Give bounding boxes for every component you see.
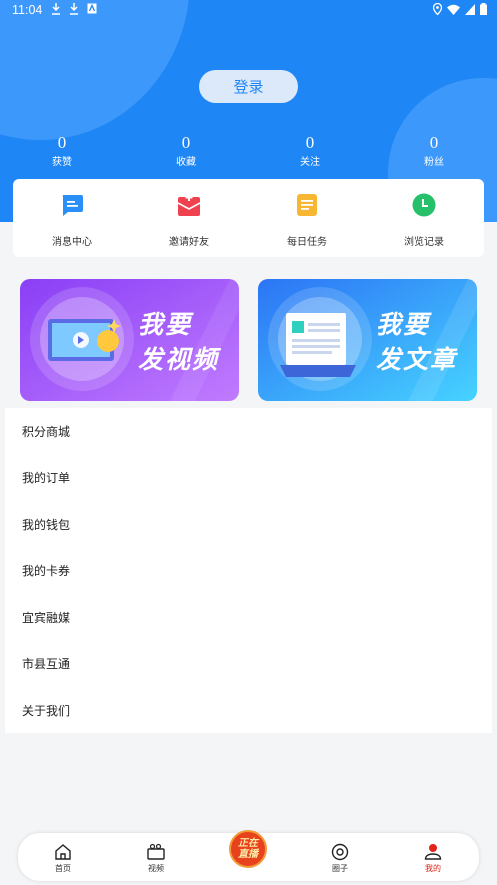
menu-item-label: 积分商城 <box>22 425 71 439</box>
stat-value: 0 <box>305 133 315 152</box>
publish-article-banner[interactable]: 我要 发文章 <box>258 279 477 401</box>
menu-item-label: 关于我们 <box>22 704 71 718</box>
banner-title-line1: 我要 <box>138 310 193 339</box>
banner-title-line1: 我要 <box>376 310 431 339</box>
banner-title-line2: 发文章 <box>376 345 458 374</box>
status-bar: 11:04 <box>0 0 497 22</box>
quick-actions-card: 消息中心 邀请好友 每日任务 浏览记录 <box>13 179 484 257</box>
nav-label: 首页 <box>55 864 71 873</box>
menu-item-about-us[interactable]: 关于我们 <box>5 687 492 733</box>
nav-video[interactable]: 视频 <box>126 833 186 881</box>
nav-circle[interactable]: 圈子 <box>310 833 370 881</box>
quick-action-daily-tasks[interactable]: 每日任务 <box>262 179 352 257</box>
menu-item-county-connect[interactable]: 市县互通 <box>5 640 492 686</box>
menu-item-yibin-media[interactable]: 宜宾融媒 <box>5 594 492 640</box>
quick-action-label: 邀请好友 <box>169 237 209 248</box>
menu-item-label: 宜宾融媒 <box>22 611 71 625</box>
menu-list: 积分商城 我的订单 我的钱包 我的卡券 宜宾融媒 市县互通 关于我们 <box>5 408 492 733</box>
quick-action-messages[interactable]: 消息中心 <box>27 179 117 257</box>
download-icon <box>52 3 60 15</box>
quick-action-label: 每日任务 <box>287 237 327 248</box>
stat-likes[interactable]: 0 获赞 <box>32 133 92 169</box>
login-button[interactable]: 登录 <box>199 70 298 103</box>
wifi-icon <box>447 4 460 15</box>
app-notification-icon <box>87 3 97 14</box>
nav-label: 我的 <box>425 864 441 873</box>
clock-icon <box>412 193 436 217</box>
stat-fans[interactable]: 0 粉丝 <box>404 133 464 169</box>
location-icon <box>433 3 442 15</box>
banner-title-line2: 发视频 <box>138 345 220 374</box>
menu-item-label: 我的卡券 <box>22 564 71 578</box>
download-icon <box>70 3 78 15</box>
home-icon <box>55 844 71 860</box>
message-icon <box>62 195 83 216</box>
gift-icon <box>177 194 201 216</box>
nav-home[interactable]: 首页 <box>33 833 93 881</box>
menu-item-my-orders[interactable]: 我的订单 <box>5 454 492 500</box>
quick-action-label: 浏览记录 <box>404 237 444 248</box>
stat-label: 收藏 <box>176 157 196 168</box>
stat-label: 关注 <box>300 157 320 168</box>
stat-label: 粉丝 <box>424 157 444 168</box>
video-camera-icon <box>147 843 165 860</box>
status-time: 11:04 <box>12 3 43 17</box>
menu-item-label: 市县互通 <box>22 657 71 671</box>
quick-action-invite[interactable]: 邀请好友 <box>144 179 234 257</box>
battery-icon <box>480 3 487 15</box>
profile-icon <box>424 844 442 860</box>
stats-row: 0 获赞 0 收藏 0 关注 0 粉丝 <box>0 133 497 169</box>
stat-label: 获赞 <box>52 157 72 168</box>
stat-following[interactable]: 0 关注 <box>280 133 340 169</box>
menu-item-my-coupons[interactable]: 我的卡券 <box>5 547 492 593</box>
menu-item-points-mall[interactable]: 积分商城 <box>5 408 492 454</box>
live-line1: 正在 <box>238 838 258 849</box>
nav-label: 视频 <box>148 864 164 873</box>
nav-profile[interactable]: 我的 <box>403 833 463 881</box>
signal-icon <box>465 3 475 15</box>
quick-action-history[interactable]: 浏览记录 <box>379 179 469 257</box>
task-icon <box>297 194 317 216</box>
stat-value: 0 <box>429 133 439 152</box>
menu-item-my-wallet[interactable]: 我的钱包 <box>5 501 492 547</box>
nav-label: 圈子 <box>332 864 348 873</box>
live-line2: 直播 <box>238 849 258 860</box>
quick-action-label: 消息中心 <box>52 237 92 248</box>
publish-video-banner[interactable]: 我要 发视频 <box>20 279 239 401</box>
circle-icon <box>331 843 349 861</box>
menu-item-label: 我的订单 <box>22 471 71 485</box>
menu-item-label: 我的钱包 <box>22 518 71 532</box>
stat-value: 0 <box>181 133 191 152</box>
live-stream-button[interactable]: 正在 直播 <box>229 830 267 868</box>
stat-favorites[interactable]: 0 收藏 <box>156 133 216 169</box>
stat-value: 0 <box>57 133 67 152</box>
